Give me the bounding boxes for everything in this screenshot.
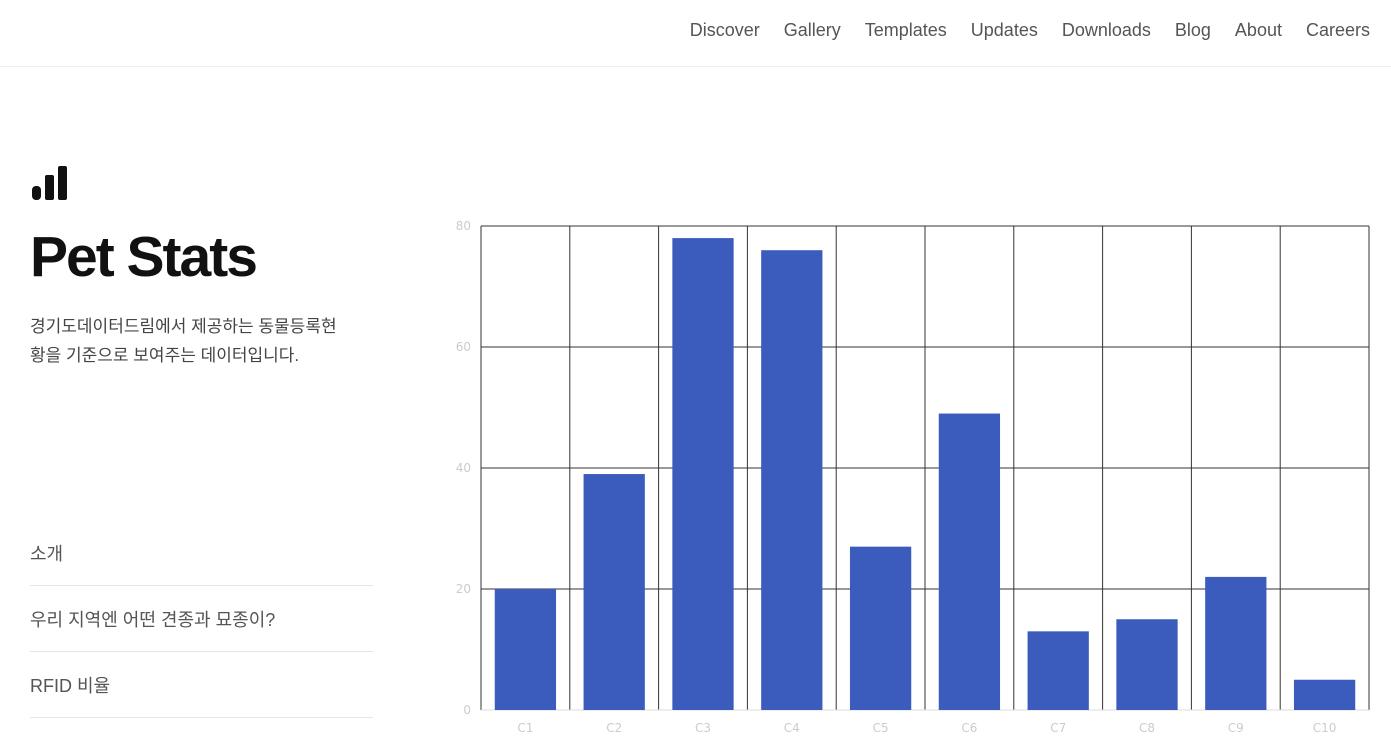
page-title: Pet Stats — [30, 225, 258, 289]
x-tick-label: C8 — [1139, 721, 1155, 735]
x-tick-label: C2 — [606, 721, 622, 735]
x-tick-label: C5 — [873, 721, 889, 735]
nav-link-gallery[interactable]: Gallery — [784, 20, 841, 41]
y-tick-label: 20 — [456, 582, 471, 596]
y-tick-label: 40 — [456, 461, 471, 475]
bar-c9 — [1205, 576, 1267, 710]
nav-link-downloads[interactable]: Downloads — [1062, 20, 1151, 41]
nav-link-blog[interactable]: Blog — [1175, 20, 1211, 41]
bar-c4 — [761, 250, 823, 710]
x-tick-label: C6 — [961, 721, 977, 735]
nav-link-templates[interactable]: Templates — [865, 20, 947, 41]
x-tick-label: C3 — [695, 721, 711, 735]
menu-item-breeds[interactable]: 우리 지역엔 어떤 견종과 묘종이? — [30, 586, 373, 652]
section-menu: 소개 우리 지역엔 어떤 견종과 묘종이? RFID 비율 — [30, 520, 373, 718]
bar-c5 — [849, 546, 912, 710]
x-tick-label: C10 — [1313, 721, 1337, 735]
page-description: 경기도데이터드림에서 제공하는 동물등록현황을 기준으로 보여주는 데이터입니다… — [30, 317, 337, 365]
nav-link-discover[interactable]: Discover — [690, 20, 760, 41]
y-tick-label: 80 — [456, 219, 471, 233]
bar-chart: 0 20 40 60 80 C1 C2 C3 C4 C5 C6 C7 C8 C9 C10 — [440, 210, 1380, 738]
nav-link-about[interactable]: About — [1235, 20, 1282, 41]
intro-panel: Pet Stats 경기도데이터드림에서 제공하는 동물등록현황을 기준으로 보… — [30, 0, 375, 738]
x-tick-label: C7 — [1050, 721, 1066, 735]
nav-link-careers[interactable]: Careers — [1306, 20, 1370, 41]
bar-c3 — [672, 238, 734, 710]
menu-item-intro[interactable]: 소개 — [30, 520, 373, 586]
y-tick-label: 0 — [463, 703, 471, 717]
bar-c10 — [1293, 679, 1356, 710]
bar-c6 — [938, 413, 1001, 710]
menu-item-rfid[interactable]: RFID 비율 — [30, 652, 373, 718]
bar-c2 — [583, 474, 645, 710]
x-tick-label: C1 — [517, 721, 533, 735]
x-tick-label: C9 — [1228, 721, 1244, 735]
bar-c1 — [494, 589, 557, 710]
nav-link-updates[interactable]: Updates — [971, 20, 1038, 41]
bar-chart-icon — [32, 166, 67, 200]
x-tick-label: C4 — [784, 721, 800, 735]
bar-c8 — [1116, 619, 1178, 710]
bar-chart-svg: 0 20 40 60 80 C1 C2 C3 C4 C5 C6 C7 C8 C9 C10 — [456, 219, 1370, 735]
bar-c7 — [1027, 631, 1089, 710]
y-tick-label: 60 — [456, 340, 471, 354]
main-nav: Discover Gallery Templates Updates Downl… — [690, 20, 1370, 41]
